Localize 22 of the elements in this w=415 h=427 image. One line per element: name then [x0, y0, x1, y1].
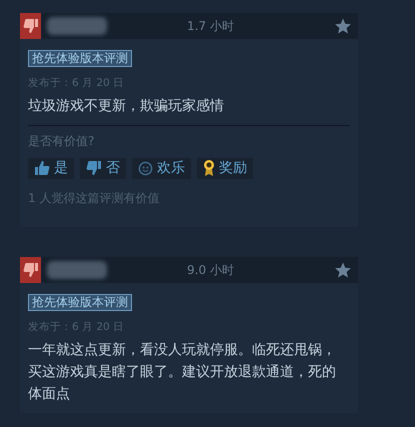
- award-icon: [203, 159, 215, 178]
- review-text: 垃圾游戏不更新，欺骗玩家感情: [28, 96, 225, 116]
- playtime-text: 1.7 小时: [186, 18, 235, 35]
- funny-button[interactable]: 欢乐: [132, 158, 191, 179]
- early-access-tag: 抢先体验版本评测: [28, 294, 132, 311]
- posted-date: 发布于：6 月 20 日: [28, 76, 126, 91]
- blurred-username: [47, 17, 107, 35]
- star-icon[interactable]: [334, 260, 352, 279]
- posted-date: 发布于：6 月 20 日: [28, 320, 126, 335]
- playtime-text: 9.0 小时: [186, 262, 235, 279]
- helpful-count: 1 人觉得这篇评测有价值: [28, 190, 160, 207]
- star-icon[interactable]: [334, 17, 352, 35]
- smiley-icon: [138, 160, 153, 176]
- no-button[interactable]: 否: [80, 158, 126, 179]
- review-text: 一年就这点更新，看没人玩就停服。临死还甩锅，买这游戏真是瞎了眼了。建议开放退款通道，死的体面点: [28, 340, 336, 404]
- blurred-username: [47, 260, 107, 279]
- helpful-prompt: 是否有价值?: [28, 132, 96, 150]
- yes-button[interactable]: 是: [28, 158, 74, 179]
- thumbs-up-icon: [34, 160, 50, 176]
- thumbs-down-icon: [86, 160, 102, 176]
- early-access-tag: 抢先体验版本评测: [28, 50, 132, 67]
- award-button[interactable]: 奖励: [197, 158, 253, 179]
